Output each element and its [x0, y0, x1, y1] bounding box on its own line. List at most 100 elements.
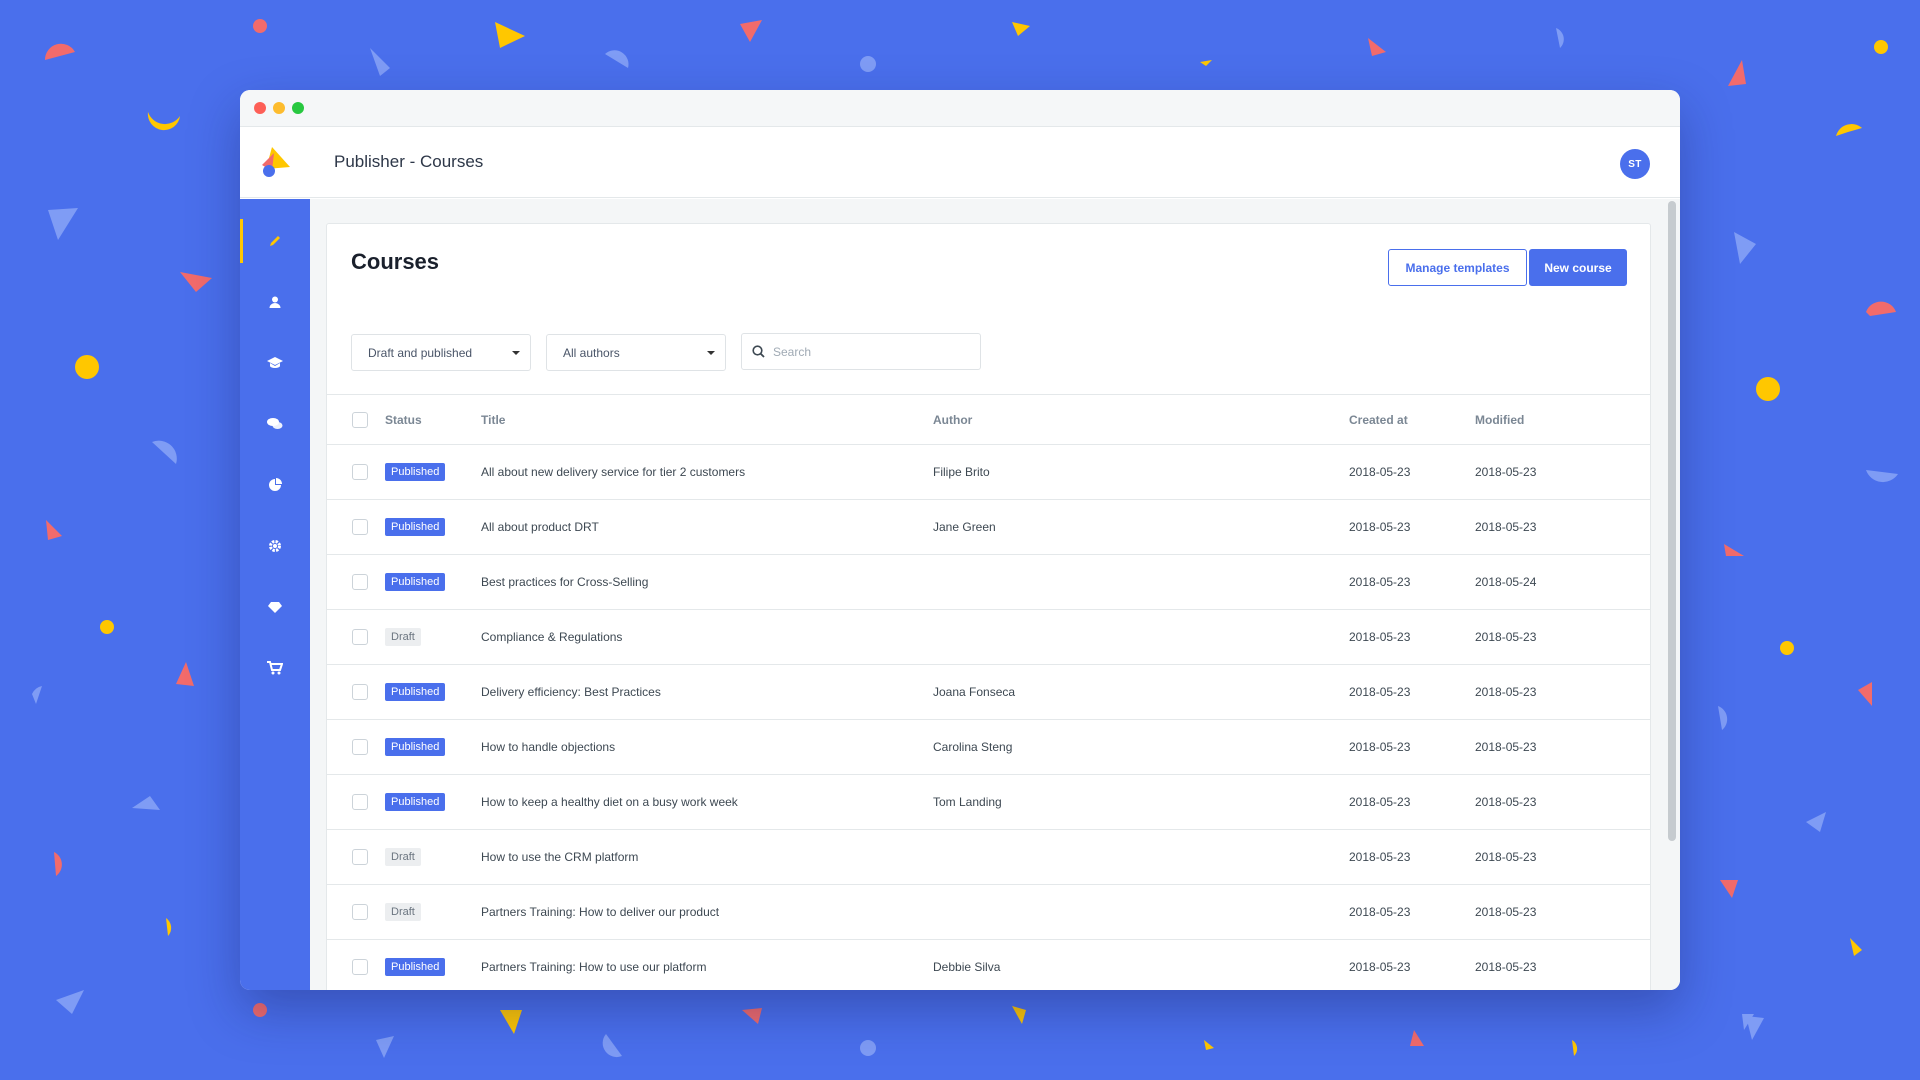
row-checkbox[interactable] [352, 519, 368, 535]
column-header-status[interactable]: Status [385, 395, 422, 444]
select-all-checkbox[interactable] [352, 411, 368, 428]
table-header-row: Status Title Author Created at Modified [327, 395, 1650, 445]
status-badge: Published [385, 683, 446, 701]
author-filter-value: All authors [563, 345, 620, 360]
row-checkbox[interactable] [352, 739, 368, 755]
status-badge: Draft [385, 848, 421, 866]
modified-date: 2018-05-23 [1475, 520, 1537, 534]
table-row[interactable]: Draft Compliance & Regulations 2018-05-23 2… [327, 610, 1650, 665]
course-title[interactable]: How to use the CRM platform [481, 830, 638, 884]
table-row[interactable]: Published Partners Training: How to use o… [327, 940, 1650, 990]
course-author: Tom Landing [933, 795, 1002, 809]
sidebar-item-store[interactable] [240, 646, 310, 690]
graduation-cap-icon [267, 357, 283, 368]
course-title[interactable]: Best practices for Cross-Selling [481, 555, 648, 609]
sidebar-item-courses[interactable] [240, 219, 310, 263]
status-badge: Published [385, 463, 446, 481]
minimize-window-button[interactable] [273, 102, 285, 114]
window-titlebar [240, 90, 1680, 127]
new-course-button[interactable]: New course [1529, 249, 1627, 286]
course-title[interactable]: Partners Training: How to use our platfo… [481, 940, 706, 990]
status-badge: Published [385, 518, 446, 536]
status-filter-value: Draft and published [368, 345, 473, 360]
sidebar-item-discussions[interactable] [240, 402, 310, 446]
author-filter-select[interactable]: All authors [546, 334, 726, 371]
table-row[interactable]: Published How to handle objections Carolin… [327, 720, 1650, 775]
table-row[interactable]: Published Best practices for Cross-Sellin… [327, 555, 1650, 610]
created-date: 2018-05-23 [1349, 575, 1411, 589]
sidebar-item-settings[interactable] [240, 524, 310, 568]
table-row[interactable]: Published Delivery efficiency: Best Pract… [327, 665, 1650, 720]
close-window-button[interactable] [254, 102, 266, 114]
table-row[interactable]: Published All about product DRT Jane Green… [327, 500, 1650, 555]
created-date: 2018-05-23 [1349, 960, 1411, 974]
course-author: Filipe Brito [933, 465, 990, 479]
course-title[interactable]: Partners Training: How to deliver our pr… [481, 885, 719, 939]
app-logo-icon [262, 147, 290, 177]
status-badge: Published [385, 573, 446, 591]
row-checkbox[interactable] [352, 794, 368, 810]
courses-panel: Courses Manage templates New course Draf… [326, 223, 1651, 990]
course-author: Jane Green [933, 520, 996, 534]
table-row[interactable]: Published How to keep a healthy diet on a… [327, 775, 1650, 830]
column-header-author[interactable]: Author [933, 395, 972, 444]
manage-templates-button[interactable]: Manage templates [1388, 249, 1527, 286]
course-title[interactable]: Delivery efficiency: Best Practices [481, 665, 661, 719]
pie-chart-icon [269, 478, 282, 491]
column-header-modified[interactable]: Modified [1475, 395, 1524, 444]
row-checkbox[interactable] [352, 629, 368, 645]
user-icon [269, 296, 281, 308]
sidebar-item-users[interactable] [240, 280, 310, 324]
column-header-created[interactable]: Created at [1349, 395, 1408, 444]
row-checkbox[interactable] [352, 574, 368, 590]
modified-date: 2018-05-23 [1475, 905, 1537, 919]
diamond-icon [268, 602, 282, 613]
sidebar-item-analytics[interactable] [240, 463, 310, 507]
modified-date: 2018-05-23 [1475, 740, 1537, 754]
table-row[interactable]: Published All about new delivery service … [327, 445, 1650, 500]
user-avatar[interactable]: ST [1620, 149, 1650, 179]
created-date: 2018-05-23 [1349, 795, 1411, 809]
created-date: 2018-05-23 [1349, 465, 1411, 479]
course-title[interactable]: All about new delivery service for tier … [481, 445, 745, 499]
course-author: Carolina Steng [933, 740, 1013, 754]
row-checkbox[interactable] [352, 849, 368, 865]
row-checkbox[interactable] [352, 959, 368, 975]
created-date: 2018-05-23 [1349, 740, 1411, 754]
gear-icon [269, 540, 281, 552]
course-title[interactable]: All about product DRT [481, 500, 599, 554]
maximize-window-button[interactable] [292, 102, 304, 114]
modified-date: 2018-05-24 [1475, 575, 1537, 589]
comments-icon [267, 418, 283, 429]
sidebar-item-premium[interactable] [240, 585, 310, 629]
course-title[interactable]: How to keep a healthy diet on a busy wor… [481, 775, 738, 829]
courses-table: Status Title Author Created at Modified … [327, 394, 1650, 990]
modified-date: 2018-05-23 [1475, 795, 1537, 809]
scrollbar[interactable] [1668, 201, 1676, 841]
row-checkbox[interactable] [352, 904, 368, 920]
sidebar-item-learning[interactable] [240, 341, 310, 385]
app-header: Publisher - Courses ST [240, 127, 1680, 198]
cart-icon [267, 661, 283, 675]
search-input[interactable] [773, 344, 973, 359]
course-author: Joana Fonseca [933, 685, 1016, 699]
table-row[interactable]: Draft How to use the CRM platform 2018-05-… [327, 830, 1650, 885]
table-row[interactable]: Draft Partners Training: How to deliver o… [327, 885, 1650, 940]
main-content: Courses Manage templates New course Draf… [310, 199, 1680, 990]
status-badge: Draft [385, 628, 421, 646]
row-checkbox[interactable] [352, 464, 368, 480]
app-logo[interactable] [240, 127, 310, 197]
table-body: Published All about new delivery service … [327, 445, 1650, 990]
column-header-title[interactable]: Title [481, 395, 505, 444]
status-filter-select[interactable]: Draft and published [351, 334, 531, 371]
modified-date: 2018-05-23 [1475, 960, 1537, 974]
course-title[interactable]: How to handle objections [481, 720, 615, 774]
created-date: 2018-05-23 [1349, 520, 1411, 534]
caret-down-icon [707, 351, 715, 355]
caret-down-icon [512, 351, 520, 355]
row-checkbox[interactable] [352, 684, 368, 700]
course-title[interactable]: Compliance & Regulations [481, 610, 622, 664]
status-badge: Published [385, 738, 446, 756]
app-window: Publisher - Courses ST Courses Manage te… [240, 90, 1680, 990]
page-title: Courses [351, 249, 440, 274]
